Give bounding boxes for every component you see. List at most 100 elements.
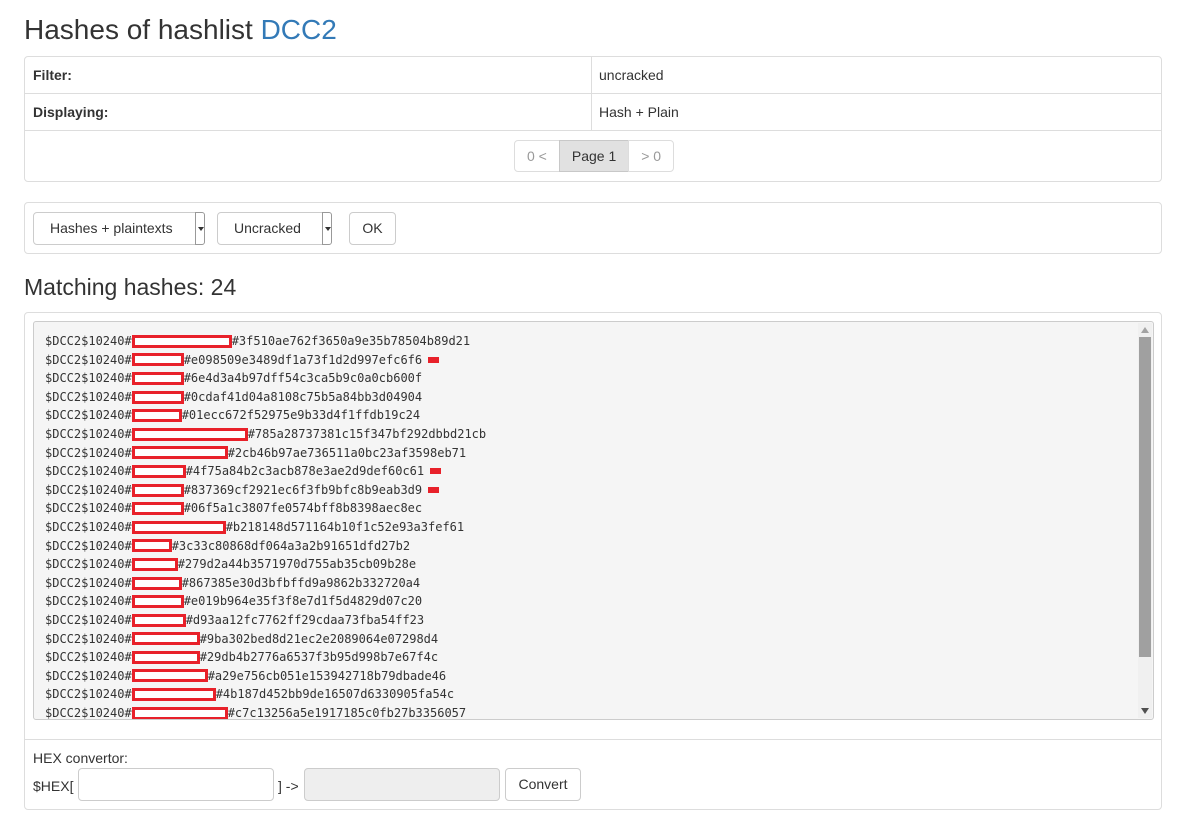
filter-panel: Hashes + plaintexts Uncracked OK xyxy=(24,202,1162,254)
hash-prefix: $DCC2$10240# xyxy=(45,352,132,367)
redaction-box xyxy=(131,557,178,571)
hash-prefix: $DCC2$10240# xyxy=(45,519,132,534)
hash-value: #279d2a44b3571970d755ab35cb09b28e xyxy=(177,557,417,572)
hex-prefix: $HEX[ xyxy=(33,778,74,794)
hex-convertor-label: HEX convertor: xyxy=(33,750,128,766)
hash-value: #2cb46b97ae736511a0bc23af3598eb71 xyxy=(227,445,467,460)
hash-prefix: $DCC2$10240# xyxy=(45,445,132,460)
hash-prefix: $DCC2$10240# xyxy=(45,650,132,665)
hex-arrow: ] -> xyxy=(278,778,299,794)
filter-row: Filter: uncracked xyxy=(25,57,1161,94)
displaying-value: Hash + Plain xyxy=(599,104,679,120)
hash-prefix: $DCC2$10240# xyxy=(45,501,132,516)
hash-line: $DCC2$10240# #837369cf2921ec6f3fb9bfc8b9e… xyxy=(45,481,486,500)
hash-line: $DCC2$10240# #279d2a44b3571970d755ab35cb0… xyxy=(45,555,486,574)
hash-value: #01ecc672f52975e9b33d4f1ffdb19c24 xyxy=(181,408,421,423)
hash-value: #06f5a1c3807fe0574bff8b8398aec8ec xyxy=(183,501,423,516)
redaction-box xyxy=(131,371,184,385)
arrow-up-icon[interactable] xyxy=(1141,327,1149,333)
display-select[interactable]: Hashes + plaintexts xyxy=(33,212,205,245)
hash-prefix: $DCC2$10240# xyxy=(45,538,132,553)
hash-prefix: $DCC2$10240# xyxy=(45,687,132,702)
redaction-box xyxy=(131,464,186,478)
arrow-down-icon[interactable] xyxy=(1141,708,1149,714)
display-select-value: Hashes + plaintexts xyxy=(50,220,173,236)
redaction-box xyxy=(131,613,186,627)
hash-prefix: $DCC2$10240# xyxy=(45,557,132,572)
redaction-box xyxy=(131,502,184,516)
hash-line: $DCC2$10240# #e019b964e35f3f8e7d1f5d4829d… xyxy=(45,592,486,611)
caret-down-icon xyxy=(195,212,205,245)
hash-line: $DCC2$10240# #6e4d3a4b97dff54c3ca5b9c0a0c… xyxy=(45,369,486,388)
hash-prefix: $DCC2$10240# xyxy=(45,631,132,646)
hex-input[interactable] xyxy=(78,768,274,801)
hash-lines: $DCC2$10240# #3f510ae762f3650a9e35b78504b… xyxy=(45,332,487,719)
pagination: 0 < Page 1 > 0 xyxy=(514,140,675,172)
prev-page-button[interactable]: 0 < xyxy=(514,140,560,172)
hash-line: $DCC2$10240# #4f75a84b2c3acb878e3ae2d9def… xyxy=(45,462,486,481)
redaction-box xyxy=(131,706,228,719)
hash-value: #a29e756cb051e153942718b79dbade46 xyxy=(207,668,447,683)
current-page-button[interactable]: Page 1 xyxy=(558,140,630,172)
page-title-text: Hashes of hashlist xyxy=(24,14,253,45)
hash-prefix: $DCC2$10240# xyxy=(45,408,132,423)
hash-value: #6e4d3a4b97dff54c3ca5b9c0a0cb600f xyxy=(183,371,423,386)
hash-value: #837369cf2921ec6f3fb9bfc8b9eab3d9 xyxy=(183,482,423,497)
hash-panel: $DCC2$10240# #3f510ae762f3650a9e35b78504b… xyxy=(24,312,1162,810)
info-panel: Filter: uncracked Displaying: Hash + Pla… xyxy=(24,56,1162,182)
hash-line: $DCC2$10240# #e098509e3489df1a73f1d2d997e… xyxy=(45,351,486,370)
redaction-box xyxy=(131,353,184,367)
hash-prefix: $DCC2$10240# xyxy=(45,612,132,627)
hash-line: $DCC2$10240# #0cdaf41d04a8108c75b5a84bb3d… xyxy=(45,388,486,407)
redaction-box xyxy=(131,446,228,460)
redaction-box xyxy=(131,334,232,348)
row-divider xyxy=(591,57,592,93)
hash-value: #785a28737381c15f347bf292dbbd21cb xyxy=(247,426,487,441)
hash-line: $DCC2$10240# #d93aa12fc7762ff29cdaa73fba5… xyxy=(45,611,486,630)
next-page-button[interactable]: > 0 xyxy=(628,140,675,172)
hash-line: $DCC2$10240# #2cb46b97ae736511a0bc23af359… xyxy=(45,444,486,463)
ok-button[interactable]: OK xyxy=(349,212,396,245)
redaction-mark xyxy=(428,356,440,363)
hash-value: #3f510ae762f3650a9e35b78504b89d21 xyxy=(231,334,471,348)
hash-prefix: $DCC2$10240# xyxy=(45,464,132,479)
redaction-box xyxy=(131,427,248,441)
hash-prefix: $DCC2$10240# xyxy=(45,482,132,497)
vertical-scrollbar[interactable] xyxy=(1138,323,1152,718)
redaction-box xyxy=(131,669,208,683)
displaying-key: Displaying: xyxy=(33,104,109,120)
redaction-box xyxy=(131,520,226,534)
redaction-box xyxy=(131,688,216,702)
hash-prefix: $DCC2$10240# xyxy=(45,426,132,441)
hashlist-link[interactable]: DCC2 xyxy=(261,14,337,45)
scrollbar-thumb[interactable] xyxy=(1139,337,1151,657)
hash-value: #29db4b2776a6537f3b95d998b7e67f4c xyxy=(199,650,439,665)
filter-key: Filter: xyxy=(33,67,72,83)
hash-value: #e098509e3489df1a73f1d2d997efc6f6 xyxy=(183,352,423,367)
hash-prefix: $DCC2$10240# xyxy=(45,575,132,590)
row-divider xyxy=(591,94,592,130)
filter-value: uncracked xyxy=(599,67,664,83)
hash-line: $DCC2$10240# #c7c13256a5e1917185c0fb27b33… xyxy=(45,704,486,719)
redaction-box xyxy=(131,539,172,553)
hash-list-textarea[interactable]: $DCC2$10240# #3f510ae762f3650a9e35b78504b… xyxy=(33,321,1154,720)
displaying-row: Displaying: Hash + Plain xyxy=(25,94,1161,131)
hash-line: $DCC2$10240# #3c33c80868df064a3a2b91651df… xyxy=(45,537,486,556)
hash-prefix: $DCC2$10240# xyxy=(45,334,132,348)
redaction-mark xyxy=(428,487,440,494)
hash-line: $DCC2$10240# #4b187d452bb9de16507d6330905… xyxy=(45,685,486,704)
state-select-value: Uncracked xyxy=(234,220,301,236)
hash-value: #4b187d452bb9de16507d6330905fa54c xyxy=(215,687,455,702)
hash-line: $DCC2$10240# #9ba302bed8d21ec2e2089064e07… xyxy=(45,630,486,649)
hash-value: #e019b964e35f3f8e7d1f5d4829d07c20 xyxy=(183,594,423,609)
convert-button[interactable]: Convert xyxy=(505,768,581,801)
hex-convertor: HEX convertor: $HEX[ ] -> Convert xyxy=(25,739,1161,809)
state-select[interactable]: Uncracked xyxy=(217,212,332,245)
hash-value: #4f75a84b2c3acb878e3ae2d9def60c61 xyxy=(185,464,425,479)
hash-prefix: $DCC2$10240# xyxy=(45,389,132,404)
redaction-box xyxy=(131,483,184,497)
hash-line: $DCC2$10240# #a29e756cb051e153942718b79db… xyxy=(45,667,486,686)
hash-prefix: $DCC2$10240# xyxy=(45,371,132,386)
redaction-mark xyxy=(430,468,442,475)
hash-prefix: $DCC2$10240# xyxy=(45,668,132,683)
